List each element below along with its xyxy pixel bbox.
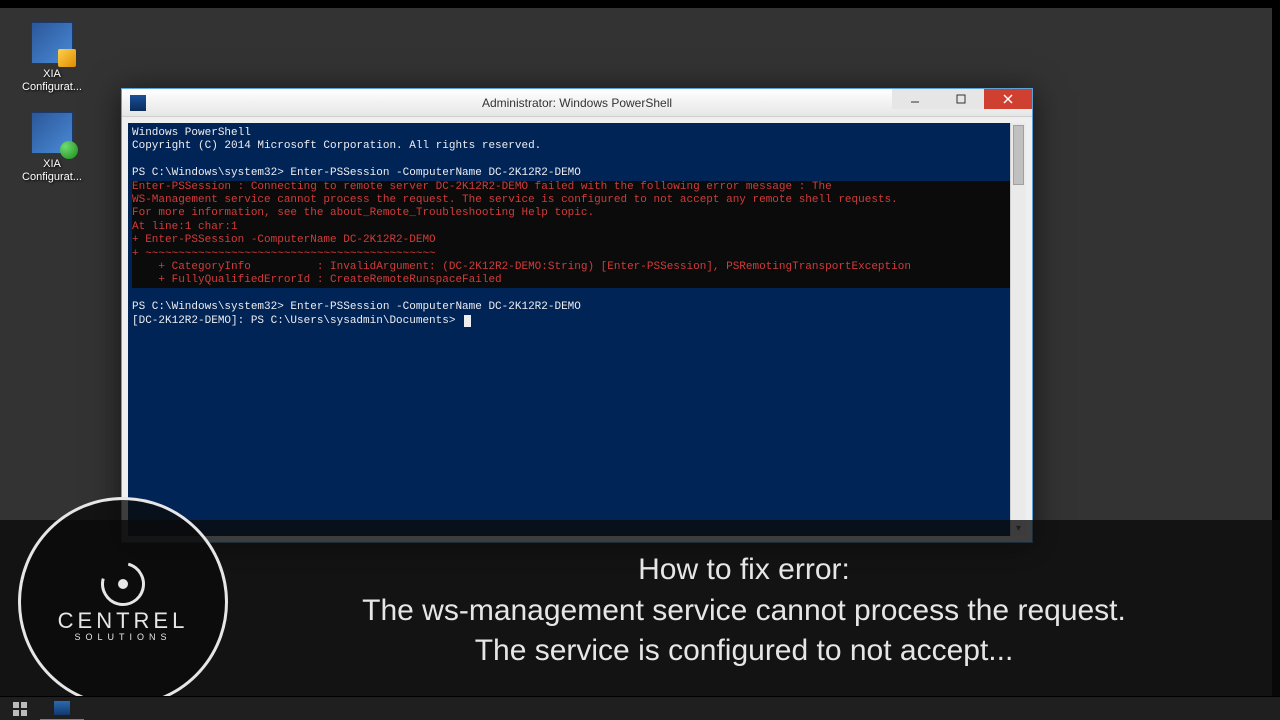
terminal-line: Copyright (C) 2014 Microsoft Corporation…	[132, 140, 541, 152]
windows-icon	[13, 702, 27, 716]
maximize-button[interactable]	[938, 89, 984, 109]
terminal-prompt: [DC-2K12R2-DEMO]: PS C:\Users\sysadmin\D…	[132, 315, 462, 327]
powershell-window[interactable]: Administrator: Windows PowerShell Window…	[121, 88, 1033, 543]
terminal-line: Windows PowerShell	[132, 127, 251, 139]
logo-subtext: SOLUTIONS	[74, 632, 171, 642]
desktop-icon-xia-config-2[interactable]: XIA Configurat...	[14, 112, 90, 184]
titlebar[interactable]: Administrator: Windows PowerShell	[122, 89, 1032, 117]
terminal-error-line: + Enter-PSSession -ComputerName DC-2K12R…	[132, 234, 1022, 247]
terminal-line: PS C:\Windows\system32> Enter-PSSession …	[132, 167, 581, 179]
letterbox-top	[0, 0, 1280, 8]
terminal-error-line: At line:1 char:1	[132, 221, 1022, 234]
logo-text: CENTREL	[58, 608, 189, 634]
start-button[interactable]	[0, 697, 40, 720]
logo: CENTREL SOLUTIONS	[18, 497, 228, 707]
desktop-icon-label: XIA Configurat...	[14, 158, 90, 184]
caption-line: The service is configured to not accept.…	[248, 631, 1240, 672]
title-overlay: CENTREL SOLUTIONS How to fix error: The …	[0, 520, 1280, 702]
caption-line: The ws-management service cannot process…	[248, 591, 1240, 632]
terminal-error-line: WS-Management service cannot process the…	[132, 194, 1022, 207]
terminal-error-line: + CategoryInfo : InvalidArgument: (DC-2K…	[132, 261, 1022, 274]
terminal-error-line: + ~~~~~~~~~~~~~~~~~~~~~~~~~~~~~~~~~~~~~~…	[132, 248, 1022, 261]
app-icon	[31, 22, 73, 64]
scroll-thumb[interactable]	[1013, 125, 1024, 185]
caption-line: How to fix error:	[248, 550, 1240, 591]
taskbar-app-powershell[interactable]	[40, 697, 84, 720]
powershell-icon	[130, 95, 146, 111]
taskbar	[0, 696, 1280, 720]
desktop-icon-label: XIA Configurat...	[14, 68, 90, 94]
terminal-error-line: For more information, see the about_Remo…	[132, 207, 1022, 220]
window-buttons	[892, 89, 1032, 109]
terminal-error-line: Enter-PSSession : Connecting to remote s…	[132, 181, 1022, 194]
overlay-caption: How to fix error: The ws-management serv…	[228, 550, 1280, 672]
desktop-icon-xia-config-1[interactable]: XIA Configurat...	[14, 22, 90, 94]
app-icon	[31, 112, 73, 154]
scrollbar[interactable]: ▴ ▾	[1010, 123, 1026, 536]
logo-mark-icon	[93, 562, 153, 602]
terminal[interactable]: Windows PowerShell Copyright (C) 2014 Mi…	[128, 123, 1026, 536]
desktop: XIA Configurat... XIA Configurat... Admi…	[0, 0, 1280, 720]
terminal-error-line: + FullyQualifiedErrorId : CreateRemoteRu…	[132, 274, 1022, 287]
powershell-icon	[54, 701, 70, 715]
close-button[interactable]	[984, 89, 1032, 109]
terminal-line: PS C:\Windows\system32> Enter-PSSession …	[132, 301, 581, 313]
terminal-cursor	[464, 315, 471, 327]
minimize-button[interactable]	[892, 89, 938, 109]
